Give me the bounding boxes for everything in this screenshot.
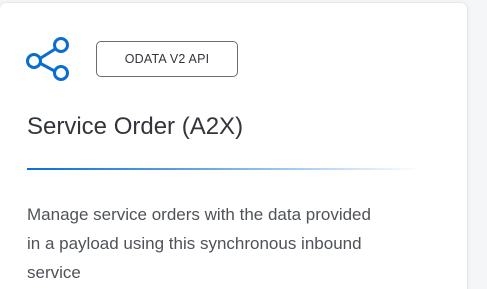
- card-description: Manage service orders with the data prov…: [27, 205, 371, 282]
- page: ODATA V2 API Service Order (A2X) Manage …: [0, 0, 487, 289]
- title-divider: [27, 168, 421, 170]
- card-title[interactable]: Service Order (A2X): [27, 113, 243, 141]
- card-header: ODATA V2 API: [26, 37, 238, 81]
- api-card[interactable]: ODATA V2 API Service Order (A2X) Manage …: [0, 3, 467, 289]
- api-type-badge: ODATA V2 API: [96, 41, 238, 77]
- share-icon: [26, 37, 70, 81]
